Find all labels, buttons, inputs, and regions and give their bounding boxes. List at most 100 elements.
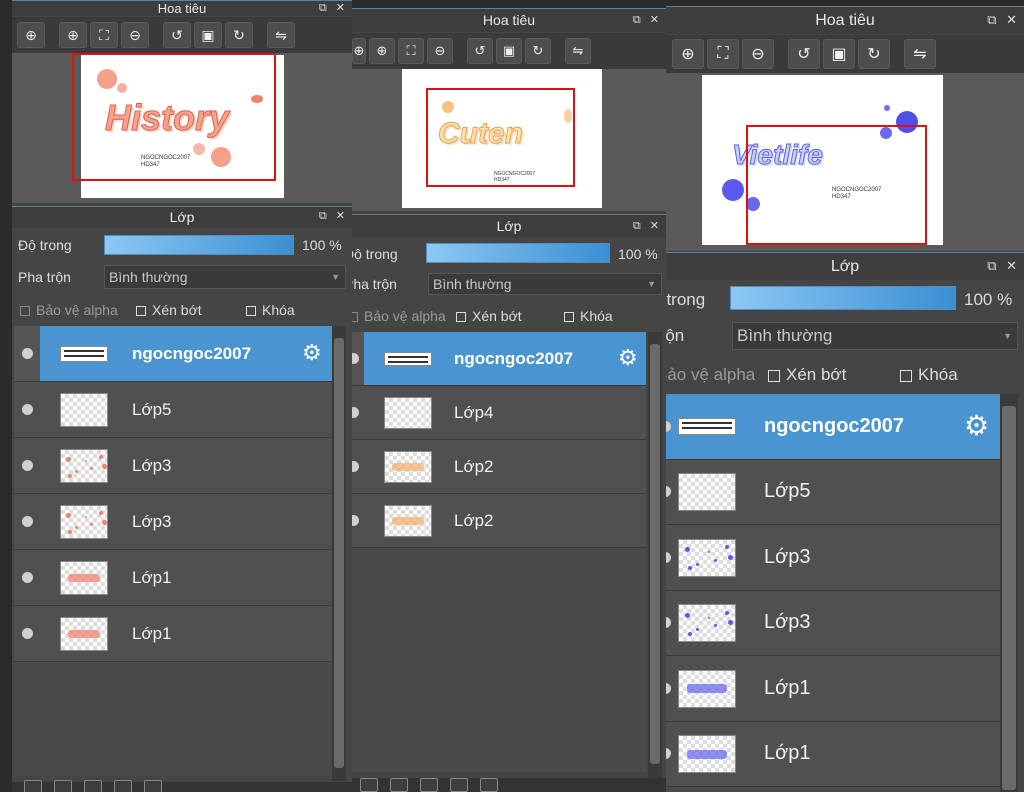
view-frame[interactable]: [746, 125, 927, 245]
new-layer-icon[interactable]: [360, 778, 378, 792]
lock-checkbox[interactable]: Khóa: [564, 308, 613, 324]
visibility-icon[interactable]: [666, 617, 671, 629]
layer-row[interactable]: Lớp3: [14, 438, 332, 494]
lock-checkbox[interactable]: Khóa: [900, 365, 958, 385]
rotate-right-icon[interactable]: ↻: [858, 39, 890, 69]
visibility-icon[interactable]: [22, 404, 33, 415]
layer-row[interactable]: ngocngoc2007 ⚙: [14, 326, 332, 382]
crop-icon[interactable]: ▣: [823, 39, 855, 69]
navigator-preview[interactable]: Cuten NGOCNGOC2007 HD347: [352, 69, 666, 211]
visibility-icon[interactable]: [22, 516, 33, 527]
panel-buttons[interactable]: ⧉ ✕: [319, 1, 348, 16]
new-folder-icon[interactable]: [390, 778, 408, 792]
duplicate-icon[interactable]: [84, 780, 102, 792]
clip-checkbox[interactable]: Xén bớt: [768, 365, 846, 385]
layer-row[interactable]: Lớp5: [14, 382, 332, 438]
visibility-icon[interactable]: [352, 353, 359, 364]
delete-icon[interactable]: [480, 778, 498, 792]
layer-row[interactable]: ngocngoc2007 ⚙: [352, 332, 646, 386]
duplicate-icon[interactable]: [420, 778, 438, 792]
fit-screen-icon[interactable]: ⛶: [90, 22, 118, 48]
crop-icon[interactable]: ▣: [194, 22, 222, 48]
gear-icon[interactable]: ⚙: [302, 340, 322, 366]
layers-title-bar: Lớp ⧉ ✕: [12, 206, 352, 228]
rotate-left-icon[interactable]: ↺: [467, 38, 493, 64]
fit-screen-icon[interactable]: ⛶: [707, 39, 739, 69]
rotate-right-icon[interactable]: ↻: [225, 22, 253, 48]
zoom-out-icon[interactable]: ⊖: [121, 22, 149, 48]
clip-checkbox[interactable]: Xén bớt: [456, 308, 522, 324]
visibility-icon[interactable]: [666, 486, 671, 498]
visibility-icon[interactable]: [666, 551, 671, 563]
merge-icon[interactable]: [450, 778, 468, 792]
layer-row[interactable]: Lớp3: [666, 525, 1000, 591]
navigator-preview[interactable]: Vietlife NGOCNGOC2007 HD347: [666, 73, 1024, 251]
visibility-icon[interactable]: [352, 515, 359, 526]
layer-row[interactable]: Lớp2: [352, 494, 646, 548]
zoom-in-icon[interactable]: ⊕: [369, 38, 395, 64]
new-folder-icon[interactable]: [54, 780, 72, 792]
layer-row[interactable]: Lớp2: [352, 440, 646, 494]
zoom-out-icon[interactable]: ⊖: [427, 38, 453, 64]
layer-scrollbar[interactable]: [1000, 394, 1018, 792]
protect-alpha-checkbox[interactable]: Bảo vệ alpha: [20, 302, 118, 318]
layer-row[interactable]: Lớp3: [666, 590, 1000, 656]
layer-row[interactable]: ngocngoc2007 ⚙: [666, 394, 1000, 460]
flip-icon[interactable]: ⇋: [904, 39, 936, 69]
opacity-slider[interactable]: [426, 243, 610, 263]
layer-row[interactable]: Lớp5: [666, 459, 1000, 525]
visibility-icon[interactable]: [352, 407, 359, 418]
visibility-icon[interactable]: [22, 628, 33, 639]
fit-screen-icon[interactable]: ⛶: [398, 38, 424, 64]
panel-buttons[interactable]: ⧉ ✕: [987, 253, 1020, 279]
view-frame[interactable]: [426, 88, 575, 187]
flip-icon[interactable]: ⇋: [565, 38, 591, 64]
protect-alpha-checkbox[interactable]: Bảo vệ alpha: [666, 365, 755, 385]
layer-row[interactable]: Lớp1: [14, 606, 332, 662]
lock-checkbox[interactable]: Khóa: [246, 302, 295, 318]
rotate-left-icon[interactable]: ↺: [788, 39, 820, 69]
visibility-icon[interactable]: [352, 461, 359, 472]
zoom-fit-icon[interactable]: ⊕: [17, 22, 45, 48]
navigator-preview[interactable]: History NGOCNGOC2007 HD347: [12, 53, 352, 203]
panel-buttons[interactable]: ⧉ ✕: [633, 9, 662, 31]
blend-mode-select[interactable]: Bình thường ▼: [732, 322, 1018, 350]
rotate-left-icon[interactable]: ↺: [163, 22, 191, 48]
panel-buttons[interactable]: ⧉ ✕: [319, 207, 348, 225]
flip-icon[interactable]: ⇋: [267, 22, 295, 48]
panel-buttons[interactable]: ⧉ ✕: [633, 215, 662, 237]
merge-icon[interactable]: [114, 780, 132, 792]
gear-icon[interactable]: ⚙: [618, 345, 638, 371]
layer-scrollbar[interactable]: [332, 326, 346, 781]
layer-row[interactable]: Lớp3: [14, 494, 332, 550]
visibility-icon[interactable]: [666, 748, 671, 760]
opacity-slider[interactable]: [104, 235, 294, 255]
layer-name: Lớp1: [764, 742, 811, 765]
visibility-icon[interactable]: [666, 682, 671, 694]
crop-icon[interactable]: ▣: [496, 38, 522, 64]
visibility-icon[interactable]: [22, 460, 33, 471]
panel-buttons[interactable]: ⧉ ✕: [987, 7, 1020, 33]
visibility-icon[interactable]: [22, 572, 33, 583]
view-frame[interactable]: [72, 53, 276, 181]
blend-mode-value: Bình thường: [433, 276, 512, 292]
blend-mode-select[interactable]: Bình thường ▼: [104, 265, 346, 289]
rotate-right-icon[interactable]: ↻: [525, 38, 551, 64]
opacity-slider[interactable]: [730, 286, 956, 310]
layer-row[interactable]: Lớp1: [666, 656, 1000, 722]
layer-row[interactable]: Lớp1: [14, 550, 332, 606]
visibility-icon[interactable]: [22, 348, 33, 359]
protect-alpha-checkbox[interactable]: Bảo vệ alpha: [352, 308, 446, 324]
layer-row[interactable]: Lớp1: [666, 721, 1000, 787]
new-layer-icon[interactable]: [24, 780, 42, 792]
zoom-fit-icon[interactable]: ⊕: [352, 38, 366, 64]
zoom-out-icon[interactable]: ⊖: [742, 39, 774, 69]
delete-icon[interactable]: [144, 780, 162, 792]
zoom-in-icon[interactable]: ⊕: [672, 39, 704, 69]
gear-icon[interactable]: ⚙: [964, 409, 989, 442]
zoom-in-icon[interactable]: ⊕: [59, 22, 87, 48]
layer-scrollbar[interactable]: [648, 332, 662, 778]
clip-checkbox[interactable]: Xén bớt: [136, 302, 202, 318]
layer-row[interactable]: Lớp4: [352, 386, 646, 440]
blend-mode-select[interactable]: Bình thường ▼: [428, 273, 662, 295]
